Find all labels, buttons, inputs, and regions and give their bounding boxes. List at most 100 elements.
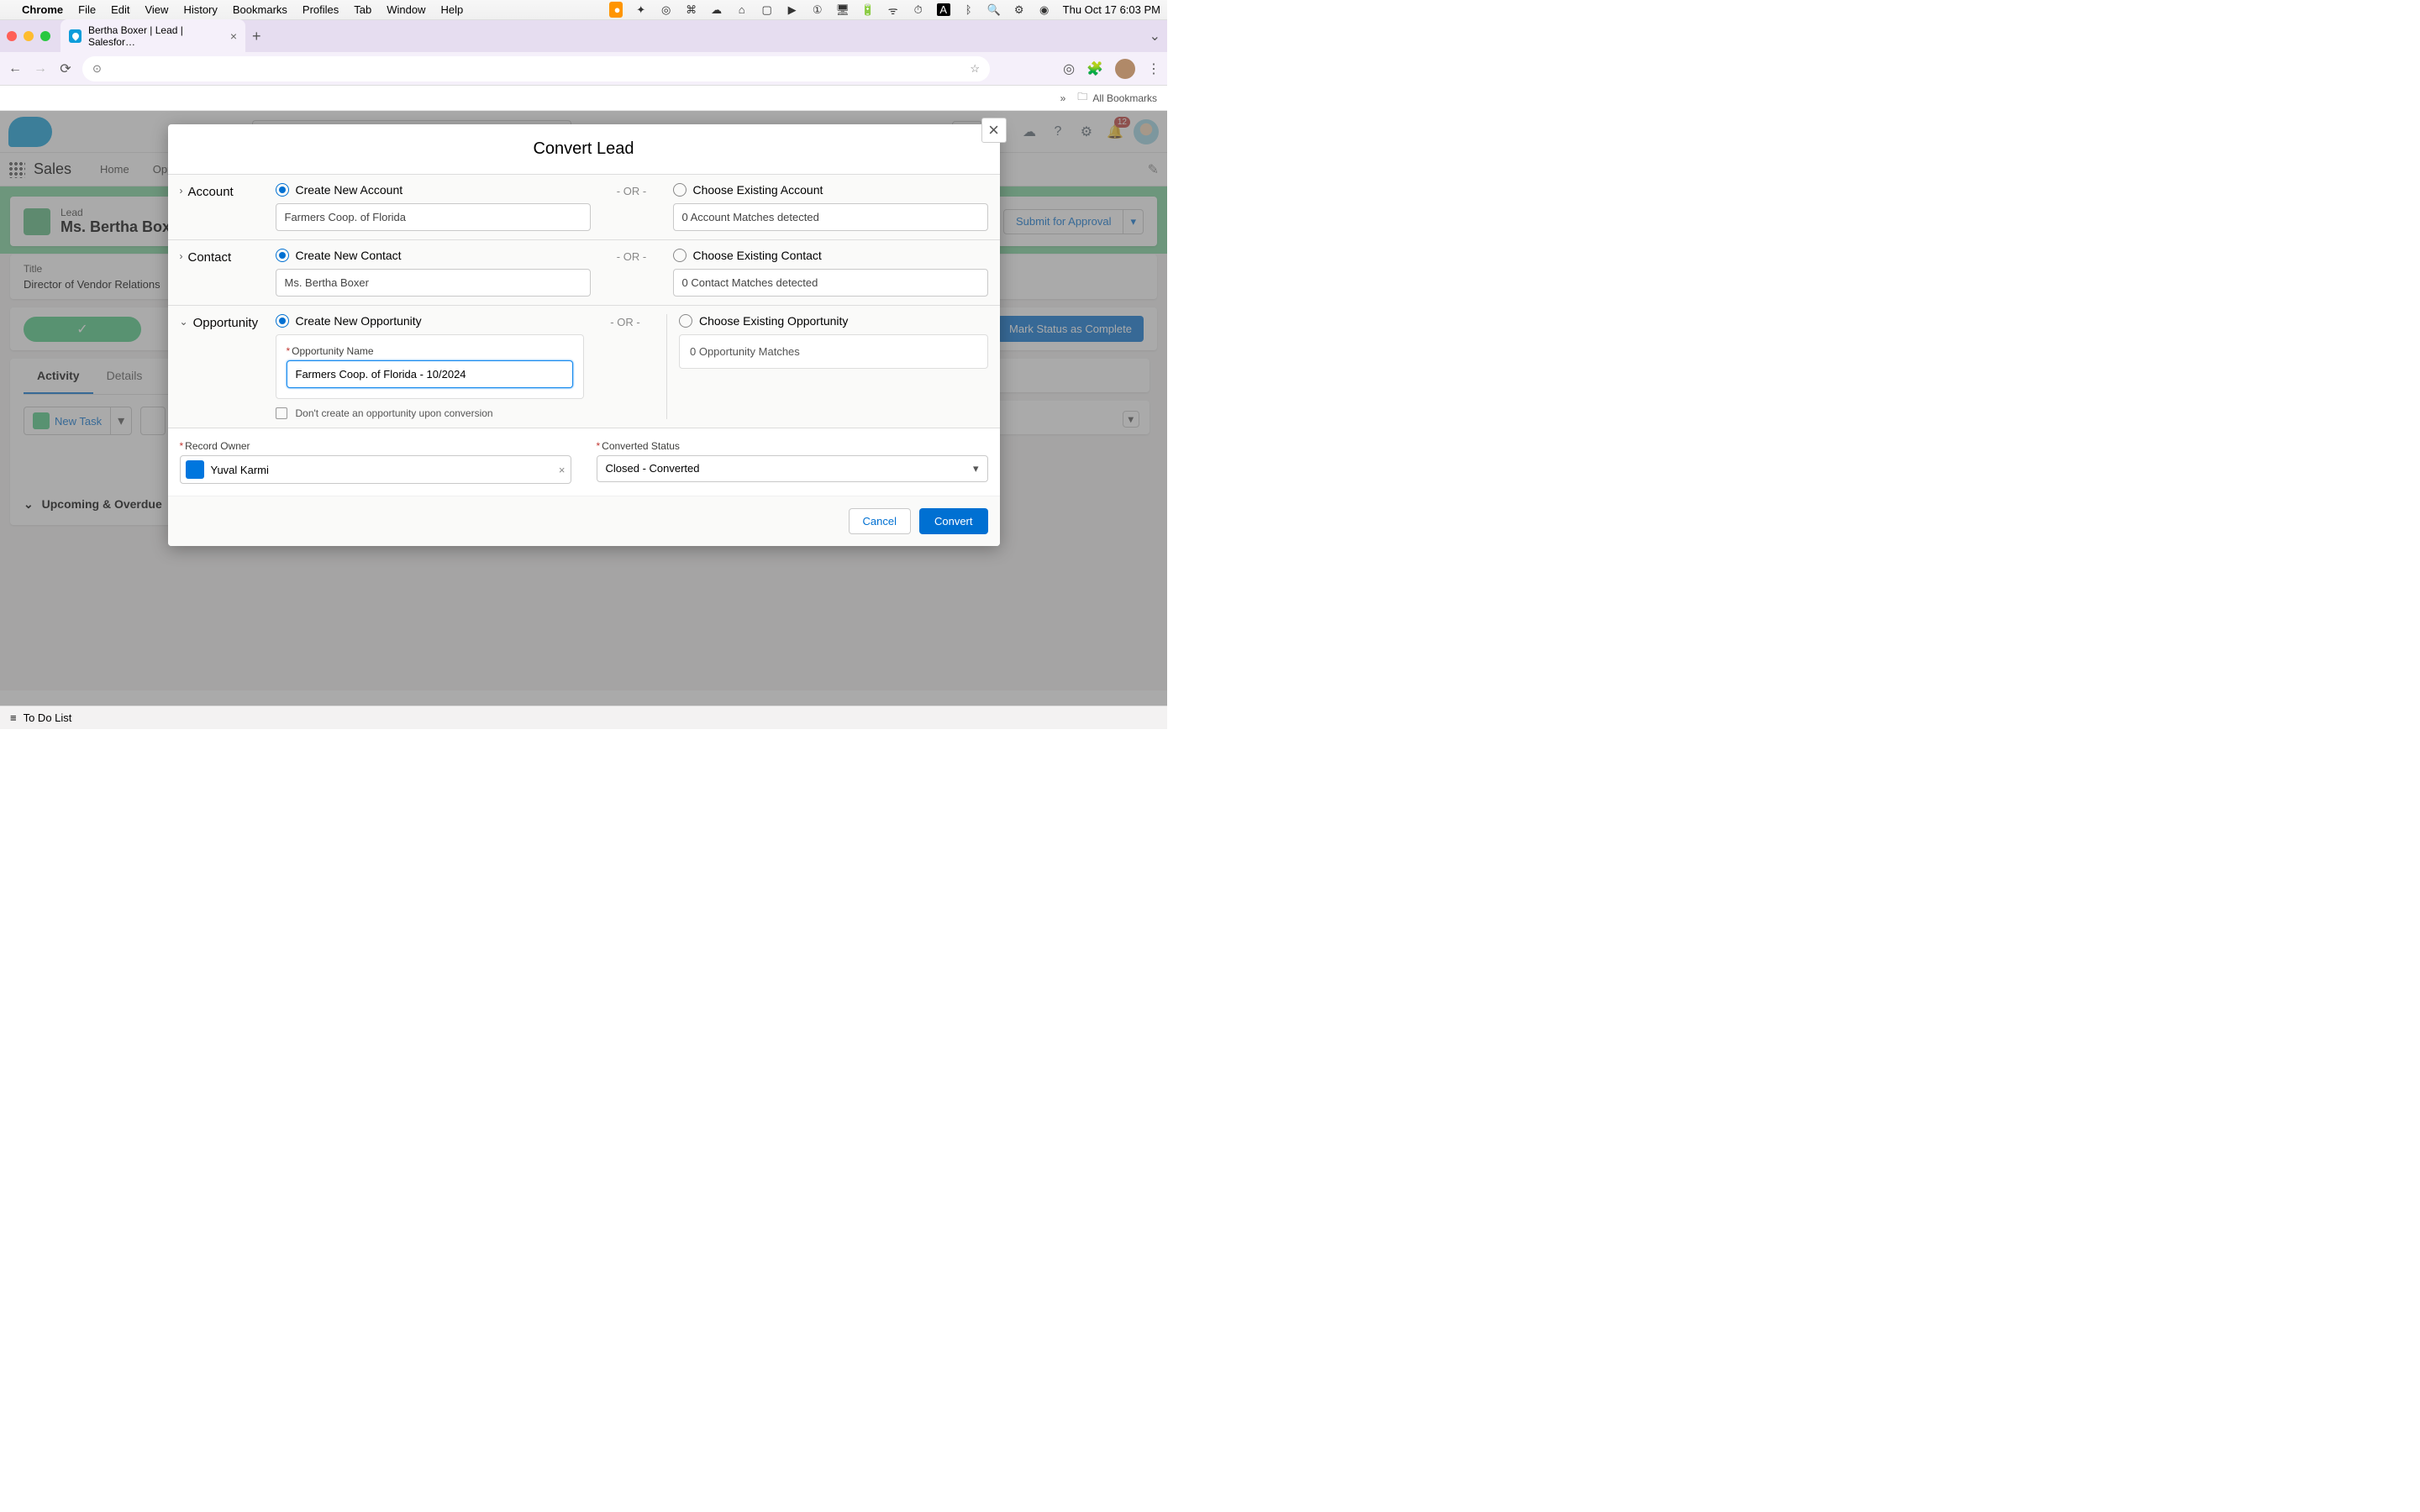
display-icon[interactable]: 🖥	[836, 3, 850, 17]
opportunity-matches-box: 0 Opportunity Matches	[679, 334, 988, 369]
folder-icon: 🗀	[1077, 89, 1087, 107]
control-center-icon[interactable]: ⚙	[1013, 3, 1026, 17]
chrome-menu-icon[interactable]: ⋮	[1147, 60, 1160, 77]
siri-icon[interactable]: ◉	[1038, 3, 1051, 17]
convert-button[interactable]: Convert	[919, 508, 988, 534]
tab-title: Bertha Boxer | Lead | Salesfor…	[88, 24, 224, 48]
or-separator: - OR -	[602, 249, 661, 297]
record-owner-input[interactable]: Yuval Karmi ×	[180, 455, 571, 484]
menubar-icon-2[interactable]: ◎	[660, 3, 673, 17]
create-new-contact-radio[interactable]: Create New Contact	[276, 249, 591, 262]
all-bookmarks-button[interactable]: All Bookmarks	[1092, 92, 1157, 104]
clear-owner-icon[interactable]: ×	[559, 464, 566, 476]
extension-icon-1[interactable]: ◎	[1063, 60, 1075, 77]
modal-close-button[interactable]: ×	[981, 118, 1007, 143]
spotlight-icon[interactable]: 🔍	[987, 3, 1001, 17]
mac-menubar: Chrome File Edit View History Bookmarks …	[0, 0, 1167, 20]
menubar-icon-5[interactable]: ⌂	[735, 3, 749, 16]
mic-icon[interactable]: ●	[609, 2, 623, 18]
bookmark-star-icon[interactable]: ☆	[970, 62, 980, 76]
utility-bar: ≡ To Do List	[0, 706, 1167, 729]
radio-selected-icon	[276, 183, 289, 197]
menubar-icon-4[interactable]: ☁	[710, 3, 723, 17]
choose-existing-opportunity-radio[interactable]: Choose Existing Opportunity	[679, 314, 988, 328]
chrome-tab-strip: Bertha Boxer | Lead | Salesfor… × + ⌄	[0, 20, 1167, 52]
mac-menu-file[interactable]: File	[78, 3, 96, 16]
menubar-icon-3[interactable]: ⌘	[685, 3, 698, 17]
tab-close-icon[interactable]: ×	[230, 29, 237, 43]
menubar-icon-1[interactable]: ✦	[634, 3, 648, 17]
radio-selected-icon	[276, 249, 289, 262]
mac-menu-history[interactable]: History	[183, 3, 217, 16]
chevron-down-icon[interactable]: ⌄	[180, 316, 188, 328]
opportunity-label: Opportunity	[193, 316, 259, 330]
cancel-button[interactable]: Cancel	[849, 508, 911, 534]
contact-matches-field[interactable]: 0 Contact Matches detected	[673, 269, 988, 297]
radio-icon	[679, 314, 692, 328]
mac-app-name[interactable]: Chrome	[22, 3, 63, 16]
choose-existing-contact-radio[interactable]: Choose Existing Contact	[673, 249, 988, 262]
vertical-divider	[666, 314, 667, 419]
site-settings-icon[interactable]: ⊙	[92, 62, 102, 76]
tab-dropdown-icon[interactable]: ⌄	[1150, 28, 1160, 45]
mac-menu-window[interactable]: Window	[387, 3, 425, 16]
menubar-icon-8[interactable]: ①	[811, 3, 824, 17]
battery-icon[interactable]: 🔋	[861, 3, 875, 17]
wifi-icon[interactable]: ᯤ	[886, 3, 900, 18]
salesforce-favicon-icon	[69, 29, 82, 43]
owner-status-row: *Record Owner Yuval Karmi × *Converted S…	[168, 428, 1000, 496]
contact-name-input[interactable]	[276, 269, 591, 297]
create-new-opportunity-radio[interactable]: Create New Opportunity	[276, 314, 585, 328]
bluetooth-icon[interactable]: ᛒ	[962, 3, 976, 16]
converted-status-label: Converted Status	[602, 440, 680, 452]
mac-clock[interactable]: Thu Oct 17 6:03 PM	[1063, 3, 1160, 16]
mac-menu-help[interactable]: Help	[441, 3, 464, 16]
converted-status-select[interactable]: Closed - Converted ▾	[597, 455, 988, 482]
mac-menu-bookmarks[interactable]: Bookmarks	[233, 3, 287, 16]
status-value: Closed - Converted	[606, 462, 700, 475]
reload-button[interactable]: ⟳	[57, 60, 74, 77]
opportunity-name-input[interactable]	[287, 360, 574, 388]
radio-icon	[673, 249, 687, 262]
contact-section: ›Contact Create New Contact - OR - Choos…	[168, 239, 1000, 305]
choose-existing-account-radio[interactable]: Choose Existing Account	[673, 183, 988, 197]
radio-selected-icon	[276, 314, 289, 328]
back-button[interactable]: ←	[7, 61, 24, 76]
todo-list-icon[interactable]: ≡	[10, 711, 17, 724]
menubar-icon-9[interactable]: ⏱	[912, 3, 925, 17]
mac-menu-profiles[interactable]: Profiles	[302, 3, 339, 16]
bookmarks-bar: » 🗀 All Bookmarks	[0, 86, 1167, 111]
chevron-right-icon[interactable]: ›	[180, 250, 183, 262]
account-label: Account	[188, 185, 234, 199]
modal-title: Convert Lead	[168, 124, 1000, 174]
browser-tab[interactable]: Bertha Boxer | Lead | Salesfor… ×	[60, 19, 245, 53]
maximize-window-icon[interactable]	[40, 31, 50, 41]
mac-menu-tab[interactable]: Tab	[354, 3, 371, 16]
bookmarks-overflow-icon[interactable]: »	[1060, 92, 1066, 104]
account-section: › Account Create New Account - OR - Choos…	[168, 174, 1000, 239]
profile-avatar[interactable]	[1115, 59, 1135, 79]
close-window-icon[interactable]	[7, 31, 17, 41]
mac-menu-view[interactable]: View	[145, 3, 168, 16]
mac-menu-edit[interactable]: Edit	[111, 3, 129, 16]
create-new-account-radio[interactable]: Create New Account	[276, 183, 591, 197]
menubar-icon-7[interactable]: ▶	[786, 3, 799, 17]
address-bar[interactable]: ⊙ ☆	[82, 56, 990, 81]
extensions-icon[interactable]: 🧩	[1086, 60, 1103, 77]
account-name-input[interactable]	[276, 203, 591, 231]
account-matches-field[interactable]: 0 Account Matches detected	[673, 203, 988, 231]
skip-opportunity-checkbox[interactable]: Don't create an opportunity upon convers…	[276, 407, 585, 419]
opportunity-section: ⌄Opportunity Create New Opportunity *Opp…	[168, 305, 1000, 428]
new-tab-button[interactable]: +	[252, 28, 261, 45]
chevron-right-icon[interactable]: ›	[180, 185, 183, 197]
menubar-icon-6[interactable]: ▢	[760, 3, 774, 17]
or-separator: - OR -	[602, 183, 661, 231]
todo-list-button[interactable]: To Do List	[24, 711, 72, 724]
window-controls[interactable]	[7, 31, 50, 41]
opportunity-name-label: Opportunity Name	[292, 345, 373, 357]
menubar-icon-a[interactable]: A	[937, 3, 950, 16]
minimize-window-icon[interactable]	[24, 31, 34, 41]
forward-button[interactable]: →	[32, 61, 49, 76]
user-icon	[186, 460, 204, 479]
chevron-down-icon: ▾	[973, 462, 979, 475]
